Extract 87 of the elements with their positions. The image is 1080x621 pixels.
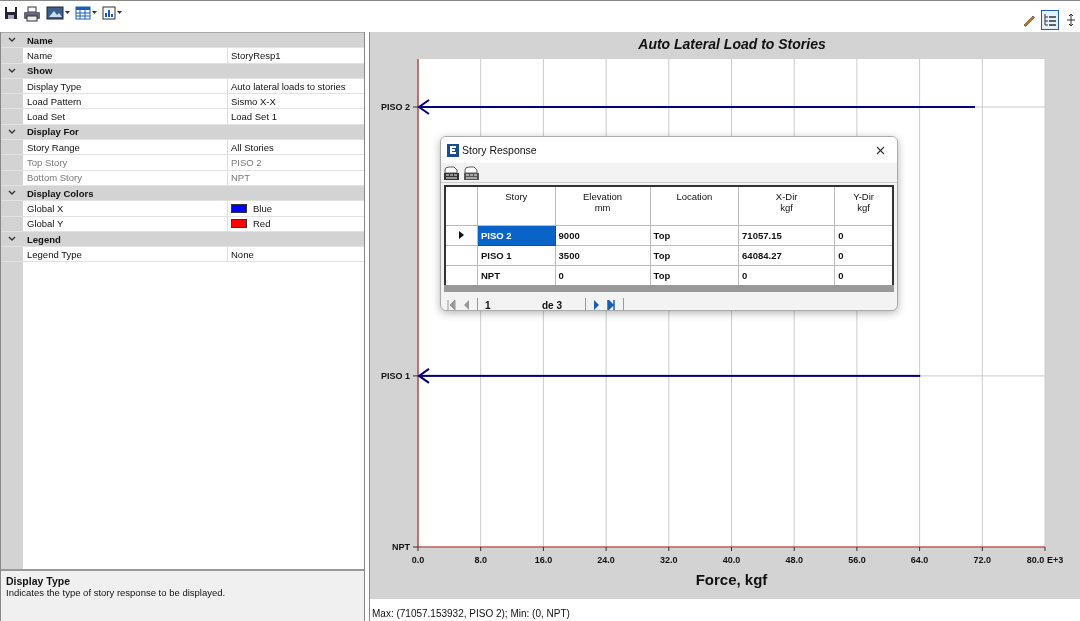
table-cell: 9000 <box>555 225 651 246</box>
pencil-icon <box>1022 13 1036 27</box>
property-name: Name <box>23 48 228 63</box>
picture-icon <box>46 6 64 20</box>
table-cell: 64084.27 <box>738 245 835 266</box>
page-field[interactable]: 1 <box>485 299 535 310</box>
category-label: Name <box>26 34 53 46</box>
collapse-icon[interactable] <box>8 128 16 135</box>
property-name: Top Story <box>23 155 228 170</box>
property-value[interactable]: Load Set 1 <box>231 111 277 123</box>
collapse-icon[interactable] <box>8 190 16 197</box>
axis-title: Force, kgf <box>695 571 768 588</box>
row-header[interactable] <box>445 245 478 266</box>
tick-label: 8.0 <box>474 555 487 565</box>
tick-label: 48.0 <box>785 555 803 565</box>
property-value[interactable]: None <box>231 248 254 260</box>
description-title: Display Type <box>6 575 71 587</box>
print-icon <box>23 6 41 22</box>
table-cell: Top <box>650 225 739 246</box>
category-label: Display For <box>26 126 79 138</box>
caret-icon <box>92 11 97 15</box>
previous-page-icon[interactable] <box>463 300 470 310</box>
app-logo-icon <box>447 143 459 157</box>
property-name: Global X <box>23 201 228 216</box>
story-label: PISO 1 <box>381 370 410 381</box>
category-label: Display Colors <box>26 187 94 199</box>
move-icon <box>1067 13 1075 27</box>
table-cell: PISO 1 <box>477 245 556 266</box>
tree-list-icon <box>1043 13 1057 27</box>
column-header[interactable]: Story <box>477 186 556 226</box>
property-name: Story Range <box>23 140 228 155</box>
row-header[interactable] <box>445 225 478 246</box>
export-database-icon[interactable] <box>463 165 480 181</box>
category-label: Show <box>26 65 53 77</box>
tick-label: 24.0 <box>597 555 615 565</box>
tick-label: 16.0 <box>534 555 553 565</box>
table-cell: 3500 <box>555 245 651 266</box>
property-value[interactable]: Blue <box>253 202 272 214</box>
property-value[interactable]: Auto lateral loads to stories <box>231 80 346 92</box>
caret-icon <box>65 11 70 15</box>
caret-icon <box>117 11 122 15</box>
export-sheet-icon[interactable] <box>443 165 460 181</box>
tick-label: 40.0 <box>722 555 741 565</box>
dialog-title: Story Response <box>462 144 538 156</box>
next-page-icon[interactable] <box>593 300 600 310</box>
property-name: Load Set <box>23 109 228 124</box>
property-value[interactable]: All Stories <box>231 141 274 153</box>
status-text: Max: (71057.153932, PISO 2); Min: (0, NPT) <box>371 607 571 621</box>
column-header[interactable]: Elevation mm <box>555 186 651 226</box>
collapse-icon[interactable] <box>8 236 16 242</box>
tick-label: 80.0 E+3 <box>1026 555 1064 565</box>
property-name: Legend Type <box>23 247 228 262</box>
toolbar-button[interactable] <box>101 6 123 20</box>
description-text: Indicates the type of story response to be displayed. <box>6 587 227 598</box>
column-header[interactable]: X-Dir kgf <box>738 186 835 226</box>
property-value[interactable]: StoryResp1 <box>231 49 281 61</box>
toolbar-button[interactable] <box>3 6 19 20</box>
last-page-icon[interactable] <box>607 300 616 310</box>
table-cell: Top <box>650 245 739 266</box>
tick-label: 72.0 <box>973 555 992 565</box>
chart-title: Auto Lateral Load to Stories <box>638 36 826 52</box>
story-label: PISO 2 <box>381 102 410 112</box>
column-header[interactable]: Location <box>650 186 739 226</box>
property-name: Global Y <box>23 216 228 231</box>
first-page-icon[interactable] <box>447 300 456 310</box>
tick-label: 0.0 <box>411 555 425 565</box>
save-icon <box>4 6 18 20</box>
bar-chart-icon <box>102 6 116 20</box>
toolbar-button[interactable] <box>45 6 71 20</box>
tick-label: 64.0 <box>910 555 929 565</box>
table-cell: 71057.15 <box>738 225 835 246</box>
property-value[interactable]: Sismo X-X <box>231 95 276 107</box>
tick-label: 32.0 <box>660 555 678 565</box>
table-icon <box>75 6 91 20</box>
collapse-icon[interactable] <box>8 37 16 44</box>
tick-label: 56.0 <box>848 555 866 565</box>
page-count: de 3 <box>542 299 563 310</box>
toolbar-button[interactable] <box>74 6 98 20</box>
property-value[interactable]: Red <box>253 218 271 230</box>
collapse-icon[interactable] <box>8 67 16 74</box>
property-name: Load Pattern <box>23 94 228 109</box>
category-label: Legend <box>26 233 61 245</box>
toolbar-button[interactable] <box>22 6 42 22</box>
property-name: Display Type <box>23 78 228 94</box>
story-label: NPT <box>392 542 410 552</box>
close-icon[interactable] <box>876 145 885 155</box>
property-name: Bottom Story <box>23 170 228 185</box>
